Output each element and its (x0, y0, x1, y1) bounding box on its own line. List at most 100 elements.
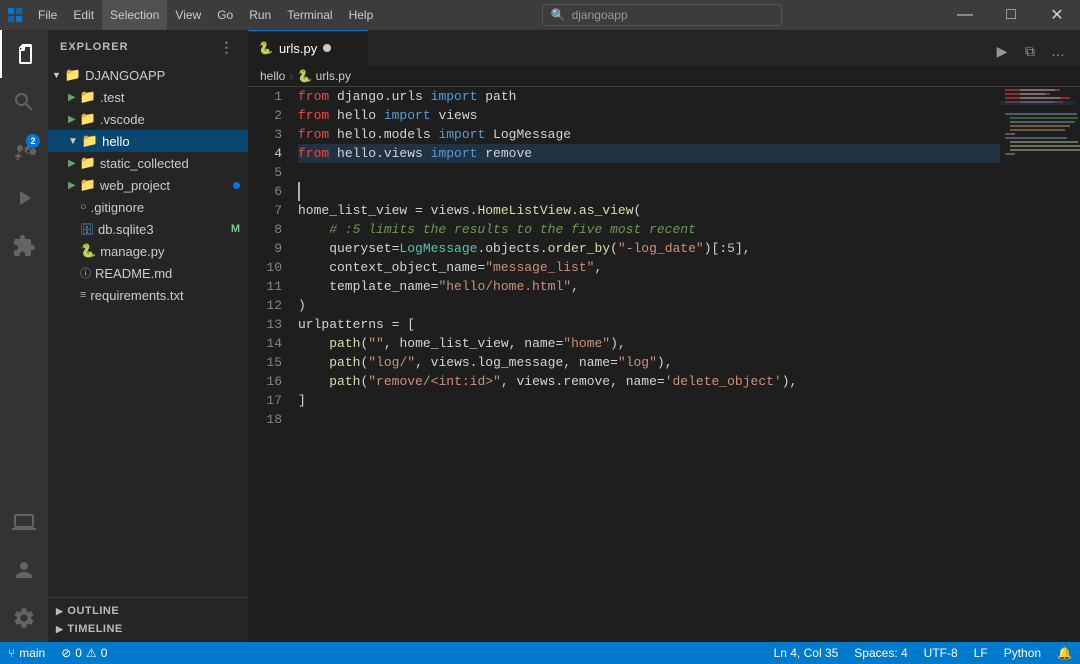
title-search-area: 🔍 djangoapp (381, 4, 942, 26)
breadcrumb-hello[interactable]: hello (260, 69, 285, 83)
tab-filename: urls.py (279, 41, 317, 56)
tree-item-vscode[interactable]: ▶ 📁 .vscode (48, 108, 248, 130)
ln-11: 11 (248, 277, 290, 296)
code-text: path (477, 87, 516, 106)
tree-item-hello[interactable]: ▼ 📁 hello (48, 130, 248, 152)
file-tree: ▼ 📁 DJANGOAPP ▶ 📁 .test ▶ 📁 .vscode ▼ 📁 … (48, 64, 248, 597)
timeline-section[interactable]: ▶ TIMELINE (48, 620, 248, 638)
branch-item[interactable]: ⑂ main (0, 642, 53, 664)
item-label: static_collected (100, 156, 189, 171)
minimize-button[interactable]: — (942, 0, 988, 30)
activity-remote[interactable] (0, 498, 48, 546)
tree-item-requirements[interactable]: ≡ requirements.txt (48, 284, 248, 306)
code-line-10: context_object_name="message_list", (298, 258, 1000, 277)
code-editor[interactable]: 1 2 3 4 5 6 7 8 9 10 11 12 13 14 15 16 1… (248, 87, 1080, 642)
branch-name: main (19, 646, 45, 660)
code-content[interactable]: from django.urls import path from hello … (298, 87, 1000, 642)
sidebar-actions: ⋮ (218, 38, 236, 56)
encoding-item[interactable]: UTF-8 (916, 646, 966, 660)
menu-view[interactable]: View (167, 0, 209, 30)
bell-icon: 🔔 (1057, 646, 1072, 660)
menu-run[interactable]: Run (241, 0, 279, 30)
tree-item-web-project[interactable]: ▶ 📁 web_project (48, 174, 248, 196)
ln-4: 4 (248, 144, 290, 163)
tab-file-icon: 🐍 (258, 41, 273, 55)
breadcrumb-file[interactable]: 🐍 urls.py (297, 69, 351, 83)
item-label: manage.py (100, 244, 164, 259)
more-actions-button[interactable]: … (1044, 37, 1072, 65)
code-line-2: from hello import views (298, 106, 1000, 125)
project-name: DJANGOAPP (85, 68, 165, 83)
ln-16: 16 (248, 372, 290, 391)
errors-item[interactable]: ⊘ 0 ⚠ 0 (53, 642, 115, 664)
tree-item-static[interactable]: ▶ 📁 static_collected (48, 152, 248, 174)
activity-source-control[interactable]: 2 (0, 126, 48, 174)
window-controls: — □ ✕ (942, 0, 1080, 30)
tab-urls-py[interactable]: 🐍 urls.py (248, 30, 368, 65)
ln-7: 7 (248, 201, 290, 220)
activity-search[interactable] (0, 78, 48, 126)
tree-project-root[interactable]: ▼ 📁 DJANGOAPP (48, 64, 248, 86)
comment-text: # :5 limits the results to the five most… (298, 220, 696, 239)
modified-dot (233, 182, 240, 189)
tree-item-manage[interactable]: 🐍 manage.py (48, 240, 248, 262)
code-line-7: home_list_view = views.HomeListView.as_v… (298, 201, 1000, 220)
language-item[interactable]: Python (996, 646, 1049, 660)
menu-file[interactable]: File (30, 0, 65, 30)
activity-settings[interactable] (0, 594, 48, 642)
activity-run[interactable] (0, 174, 48, 222)
code-line-6 (298, 182, 1000, 201)
tab-modified-indicator (323, 44, 331, 52)
code-line-18 (298, 410, 1000, 429)
activity-explorer[interactable] (0, 30, 48, 78)
menu-edit[interactable]: Edit (65, 0, 102, 30)
item-label: hello (102, 134, 129, 149)
tree-item-readme[interactable]: ⓘ README.md (48, 262, 248, 284)
keyword-import: import (431, 144, 478, 163)
ln-6: 6 (248, 182, 290, 201)
ln-14: 14 (248, 334, 290, 353)
spaces-item[interactable]: Spaces: 4 (846, 646, 915, 660)
ln-15: 15 (248, 353, 290, 372)
tree-item-gitignore[interactable]: ○ .gitignore (48, 196, 248, 218)
menu-help[interactable]: Help (341, 0, 382, 30)
run-button[interactable]: ▶ (988, 37, 1016, 65)
new-file-icon[interactable]: ⋮ (218, 38, 236, 56)
keyword-from: from (298, 144, 329, 163)
tab-actions: ▶ ⧉ … (988, 37, 1080, 65)
notifications-item[interactable]: 🔔 (1049, 646, 1080, 660)
activity-accounts[interactable] (0, 546, 48, 594)
menu-selection[interactable]: Selection (102, 0, 167, 30)
spaces-text: Spaces: 4 (854, 646, 907, 660)
tree-item-sqlite[interactable]: 🗄 db.sqlite3 M (48, 218, 248, 240)
titlebar: File Edit Selection View Go Run Terminal… (0, 0, 1080, 30)
activity-extensions[interactable] (0, 222, 48, 270)
maximize-button[interactable]: □ (988, 0, 1034, 30)
close-button[interactable]: ✕ (1034, 0, 1080, 30)
branch-icon: ⑂ (8, 646, 15, 660)
warning-count: 0 (101, 646, 108, 660)
code-line-12: ) (298, 296, 1000, 315)
search-box[interactable]: 🔍 djangoapp (542, 4, 782, 26)
menu-terminal[interactable]: Terminal (279, 0, 340, 30)
search-text: djangoapp (572, 8, 628, 22)
ln-3: 3 (248, 125, 290, 144)
code-line-11: template_name="hello/home.html", (298, 277, 1000, 296)
outline-section[interactable]: ▶ OUTLINE (48, 602, 248, 620)
modified-badge: M (231, 223, 240, 235)
line-col-item[interactable]: Ln 4, Col 35 (766, 646, 847, 660)
breadcrumb: hello › 🐍 urls.py (248, 65, 1080, 87)
tree-item-test[interactable]: ▶ 📁 .test (48, 86, 248, 108)
line-ending-text: LF (974, 646, 988, 660)
line-ending-item[interactable]: LF (966, 646, 996, 660)
folder-chevron: ▶ (68, 180, 76, 191)
timeline-chevron: ▶ (56, 624, 63, 635)
menu-go[interactable]: Go (209, 0, 241, 30)
ln-2: 2 (248, 106, 290, 125)
status-bar: ⑂ main ⊘ 0 ⚠ 0 Ln 4, Col 35 Spaces: 4 UT… (0, 642, 1080, 664)
split-editor-button[interactable]: ⧉ (1016, 37, 1044, 65)
folder-icon: 📁 (80, 111, 96, 127)
sidebar-header: Explorer ⋮ (48, 30, 248, 64)
folder-chevron-open: ▼ (68, 136, 78, 147)
code-text: LogMessage (485, 125, 571, 144)
